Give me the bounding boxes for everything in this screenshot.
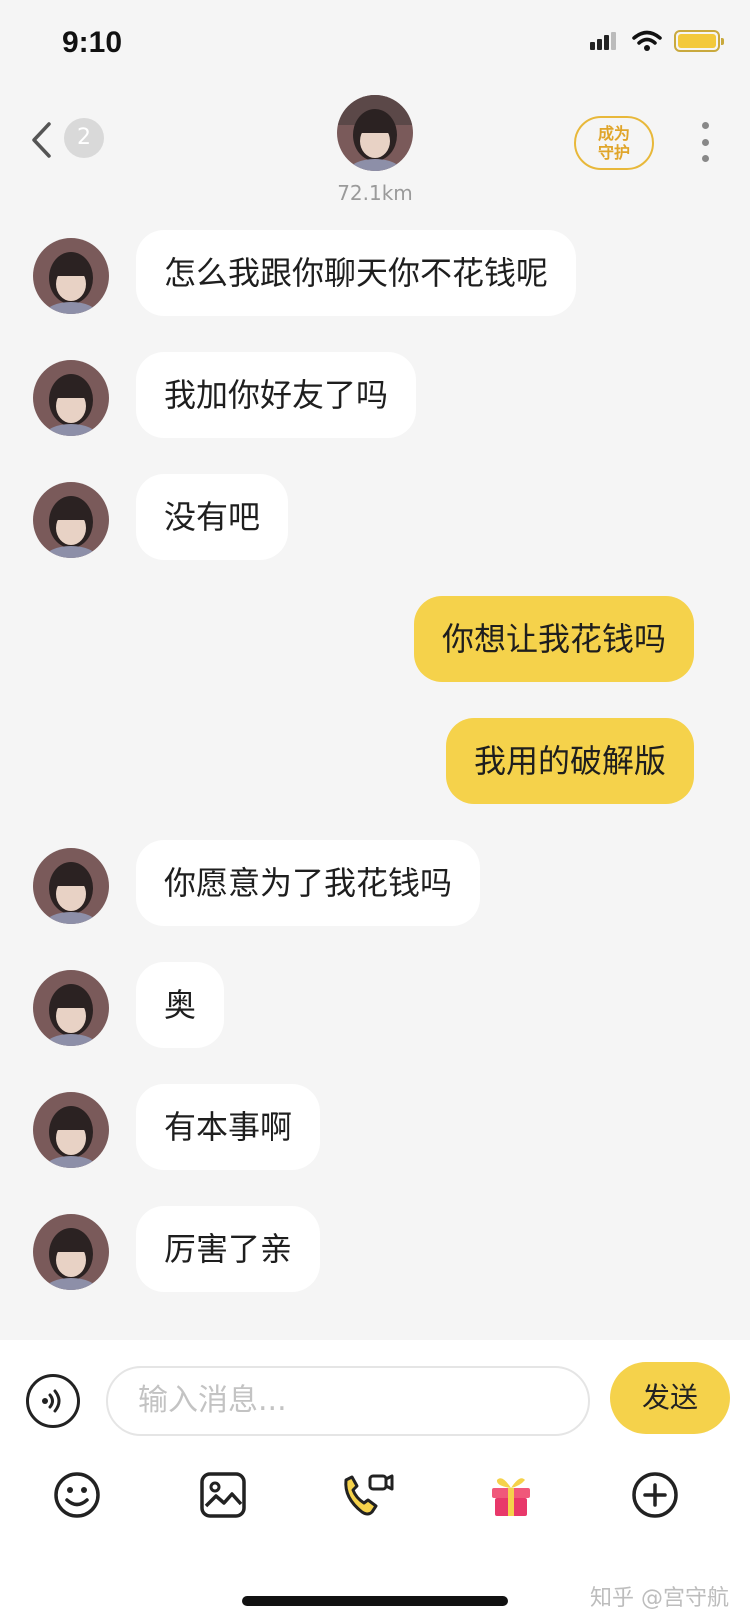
avatar-image <box>33 238 109 314</box>
message-row: 有本事啊 <box>0 1084 750 1174</box>
incoming-message-bubble[interactable]: 没有吧 <box>136 474 289 560</box>
incoming-message-bubble[interactable]: 怎么我跟你聊天你不花钱呢 <box>136 230 577 316</box>
sender-avatar[interactable] <box>33 482 109 558</box>
message-input[interactable]: 输入消息... <box>106 1366 590 1436</box>
more-options-icon[interactable] <box>700 122 710 162</box>
become-guardian-button[interactable]: 成为 守护 <box>574 116 654 170</box>
image-icon[interactable] <box>196 1468 250 1522</box>
message-row: 没有吧 <box>0 474 750 564</box>
back-icon[interactable] <box>28 120 54 160</box>
sender-avatar[interactable] <box>33 848 109 924</box>
avatar-image <box>337 95 413 171</box>
incoming-message-bubble[interactable]: 奥 <box>136 962 225 1048</box>
incoming-message-bubble[interactable]: 厉害了亲 <box>136 1206 321 1292</box>
avatar-image <box>33 482 109 558</box>
chat-header: 2 72.1km 成为 守护 <box>0 88 750 208</box>
call-icon[interactable] <box>336 1468 396 1522</box>
sender-avatar[interactable] <box>33 970 109 1046</box>
unread-count-badge[interactable]: 2 <box>64 118 104 158</box>
battery-icon <box>674 30 724 52</box>
sender-avatar[interactable] <box>33 238 109 314</box>
message-row: 怎么我跟你聊天你不花钱呢 <box>0 230 750 320</box>
send-button[interactable]: 发送 <box>610 1362 730 1434</box>
message-row: 厉害了亲 <box>0 1206 750 1296</box>
avatar-image <box>33 1214 109 1290</box>
message-row: 我加你好友了吗 <box>0 352 750 442</box>
watermark: 知乎 @宫守航 <box>590 1586 729 1611</box>
message-row: 你想让我花钱吗 <box>0 596 750 686</box>
guardian-label: 成为 守护 <box>597 124 630 162</box>
status-icons <box>588 30 724 52</box>
voice-icon <box>42 1389 61 1413</box>
sender-avatar[interactable] <box>33 360 109 436</box>
sender-avatar[interactable] <box>33 1092 109 1168</box>
sender-avatar[interactable] <box>33 1214 109 1290</box>
avatar-image <box>33 360 109 436</box>
avatar-image <box>33 848 109 924</box>
signal-icon <box>590 32 616 50</box>
outgoing-message-bubble[interactable]: 我用的破解版 <box>445 718 694 804</box>
status-bar: 9:10 <box>0 0 750 88</box>
voice-input-button[interactable] <box>26 1374 80 1428</box>
plus-icon[interactable] <box>628 1468 682 1522</box>
gift-icon[interactable] <box>484 1468 538 1522</box>
home-indicator[interactable] <box>242 1596 508 1606</box>
message-row: 你愿意为了我花钱吗 <box>0 840 750 930</box>
wifi-icon <box>632 30 662 51</box>
distance-label: 72.1km <box>337 181 413 205</box>
avatar-image <box>33 1092 109 1168</box>
contact-avatar[interactable] <box>337 95 413 171</box>
incoming-message-bubble[interactable]: 你愿意为了我花钱吗 <box>136 840 481 926</box>
message-row: 我用的破解版 <box>0 718 750 808</box>
message-row: 奥 <box>0 962 750 1052</box>
avatar-image <box>33 970 109 1046</box>
emoji-icon[interactable] <box>50 1468 104 1522</box>
status-time: 9:10 <box>62 26 123 59</box>
incoming-message-bubble[interactable]: 有本事啊 <box>136 1084 321 1170</box>
outgoing-message-bubble[interactable]: 你想让我花钱吗 <box>413 596 694 682</box>
incoming-message-bubble[interactable]: 我加你好友了吗 <box>136 352 417 438</box>
